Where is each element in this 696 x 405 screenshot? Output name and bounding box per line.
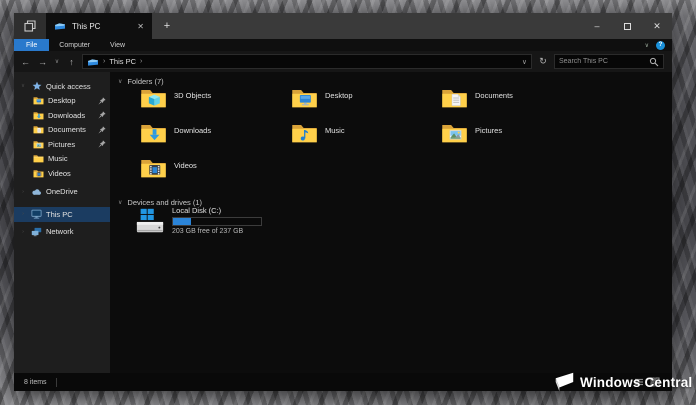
videos-folder-icon [33, 168, 44, 178]
drive-free-space: 203 GB free of 237 GB [172, 228, 262, 235]
pin-icon [98, 97, 106, 105]
music-folder-icon [33, 154, 44, 164]
search-icon[interactable] [649, 57, 659, 67]
folder-item-videos[interactable]: Videos [140, 156, 291, 191]
folder-item-3d-objects[interactable]: 3D Objects [140, 86, 291, 121]
back-button[interactable]: ← [19, 57, 32, 67]
drive-item-local-disk-c[interactable]: Local Disk (C:) 203 GB free of 237 GB [134, 206, 262, 236]
quick-access-star-icon [31, 81, 42, 91]
sidebar-item-documents[interactable]: Documents [14, 123, 110, 138]
sidebar-item-network[interactable]: › Network [14, 225, 110, 240]
new-tab-button[interactable]: + [152, 13, 182, 39]
ribbon-bar: File Computer View ∨ ? [14, 39, 672, 51]
crumb-separator: › [103, 58, 105, 65]
folder-item-pictures[interactable]: Pictures [441, 121, 591, 156]
watermark-text: Windows Central [580, 375, 692, 390]
windows-central-watermark: Windows Central [552, 370, 692, 394]
title-bar: This PC ✕ + – ✕ [14, 13, 672, 39]
expand-chevron-icon[interactable]: ∨ [19, 83, 27, 89]
sidebar-item-onedrive[interactable]: › OneDrive [14, 185, 110, 200]
this-pc-icon [31, 209, 42, 219]
refresh-icon[interactable]: ↻ [536, 56, 550, 67]
tab-this-pc[interactable]: This PC ✕ [46, 13, 152, 39]
folder-item-music[interactable]: Music [291, 121, 441, 156]
tab-close-icon[interactable]: ✕ [135, 22, 146, 31]
network-icon [31, 227, 42, 237]
minimize-button[interactable]: – [582, 13, 612, 39]
close-button[interactable]: ✕ [642, 13, 672, 39]
music-folder-icon [291, 122, 318, 144]
search-box[interactable] [554, 54, 664, 69]
item-count: 8 items [24, 379, 47, 386]
windows-central-logo-icon [552, 370, 576, 394]
folder-item-documents[interactable]: Documents [441, 86, 591, 121]
drive-name: Local Disk (C:) [172, 206, 262, 215]
sidebar-item-music[interactable]: Music [14, 152, 110, 167]
breadcrumb[interactable]: › This PC › ∨ [82, 54, 532, 69]
sidebar-item-downloads[interactable]: Downloads [14, 108, 110, 123]
drive-usage-bar [172, 217, 262, 226]
content-pane: ∨ Folders (7) 3D Objects Desktop Documen… [110, 72, 672, 373]
folders-group-header[interactable]: ∨ Folders (7) [118, 77, 164, 86]
expand-chevron-icon[interactable]: › [19, 189, 27, 195]
window-controls: – ✕ [582, 13, 672, 39]
maximize-button[interactable] [612, 13, 642, 39]
address-dropdown-icon[interactable]: ∨ [522, 58, 527, 66]
desktop-folder-icon [291, 87, 318, 109]
help-icon[interactable]: ? [656, 41, 665, 50]
forward-button[interactable]: → [36, 57, 49, 67]
documents-folder-icon [441, 87, 468, 109]
folders-grid: 3D Objects Desktop Documents Downloads [140, 86, 591, 191]
explorer-icon [87, 57, 99, 67]
group-chevron-icon[interactable]: ∨ [118, 78, 122, 85]
ribbon-tab-computer[interactable]: Computer [49, 39, 100, 51]
search-input[interactable] [559, 58, 649, 65]
desktop-folder-icon [33, 96, 44, 106]
hard-drive-icon [134, 206, 166, 236]
folder-item-desktop[interactable]: Desktop [291, 86, 441, 121]
videos-folder-icon [140, 157, 167, 179]
window-stack-icon[interactable] [14, 13, 46, 39]
ribbon-collapse-icon[interactable]: ∨ [645, 42, 649, 49]
breadcrumb-this-pc[interactable]: This PC [109, 57, 136, 66]
sidebar-item-this-pc[interactable]: › This PC [14, 207, 110, 222]
pin-icon [98, 111, 106, 119]
pin-icon [98, 126, 106, 134]
sidebar-item-desktop[interactable]: Desktop [14, 94, 110, 109]
documents-folder-icon [33, 125, 44, 135]
tab-title: This PC [72, 22, 129, 31]
group-chevron-icon[interactable]: ∨ [118, 199, 122, 206]
pictures-folder-icon [33, 139, 44, 149]
expand-chevron-icon[interactable]: › [19, 229, 27, 235]
ribbon-tab-view[interactable]: View [100, 39, 135, 51]
file-explorer-window: This PC ✕ + – ✕ File Computer View ∨ ? ← [14, 13, 672, 391]
downloads-folder-icon [140, 122, 167, 144]
status-separator [56, 378, 57, 387]
desktop-wallpaper: This PC ✕ + – ✕ File Computer View ∨ ? ← [0, 0, 696, 405]
ribbon-tab-file[interactable]: File [14, 39, 49, 51]
explorer-icon [54, 21, 66, 31]
sidebar-item-pictures[interactable]: Pictures [14, 137, 110, 152]
sidebar-item-videos[interactable]: Videos [14, 166, 110, 181]
address-bar: ← → ∨ ↑ › This PC › ∨ ↻ [14, 51, 672, 72]
navigation-pane: ∨ Quick access Desktop Downloads Documen [14, 72, 110, 373]
up-button[interactable]: ↑ [65, 57, 78, 67]
crumb-separator[interactable]: › [140, 58, 142, 65]
title-bar-drag-area[interactable] [182, 13, 582, 39]
pictures-folder-icon [441, 122, 468, 144]
pin-icon [98, 140, 106, 148]
3d-objects-folder-icon [140, 87, 167, 109]
onedrive-cloud-icon [31, 187, 42, 197]
drive-usage-fill [173, 218, 191, 225]
maximize-icon [624, 23, 631, 30]
downloads-folder-icon [33, 110, 44, 120]
sidebar-item-quick-access[interactable]: ∨ Quick access [14, 79, 110, 94]
expand-chevron-icon[interactable]: › [19, 211, 27, 217]
folder-item-downloads[interactable]: Downloads [140, 121, 291, 156]
history-dropdown-icon[interactable]: ∨ [53, 58, 61, 65]
